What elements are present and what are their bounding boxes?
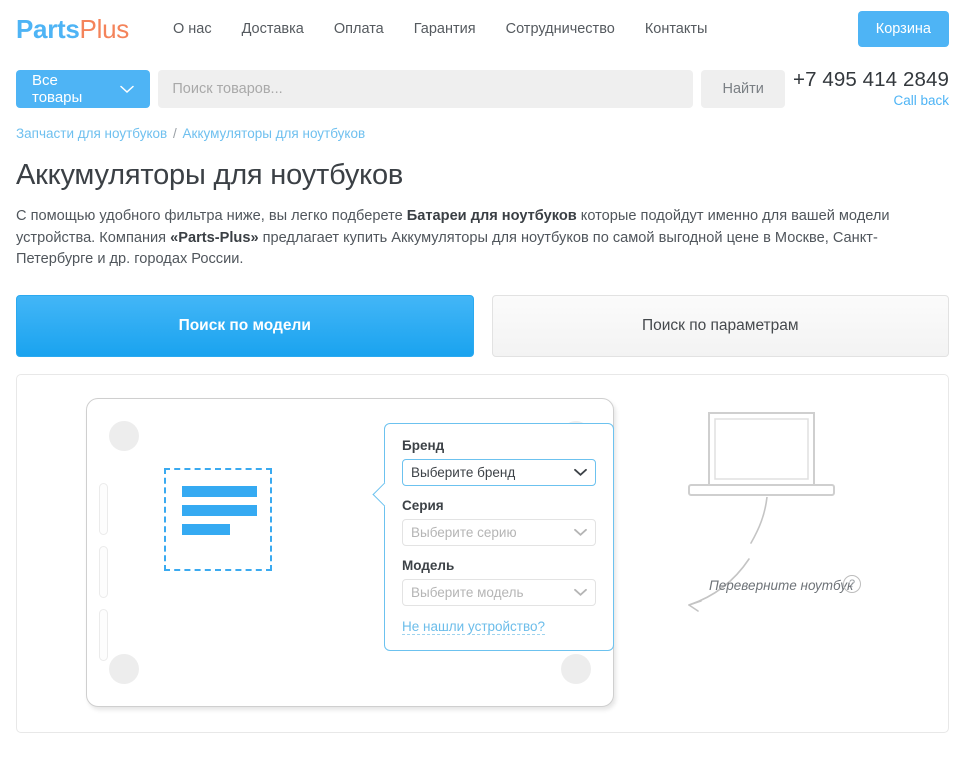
cart-button[interactable]: Корзина xyxy=(858,11,949,47)
sticker-line-3 xyxy=(182,524,230,535)
model-search-panel: Бренд Выберите бренд Серия Выберите сери… xyxy=(16,374,949,733)
nav-item-contacts[interactable]: Контакты xyxy=(645,21,708,37)
phone-number[interactable]: +7 495 414 2849 xyxy=(793,68,949,92)
model-select-value: Выберите модель xyxy=(411,585,523,600)
series-select-value: Выберите серию xyxy=(411,525,517,540)
vent-slot-icon-3 xyxy=(99,609,108,661)
series-field-label: Серия xyxy=(402,498,596,513)
chevron-down-icon xyxy=(574,585,587,600)
screw-icon-top-left xyxy=(109,421,139,451)
find-button[interactable]: Найти xyxy=(701,70,785,108)
intro-bold-batteries: Батареи для ноутбуков xyxy=(407,208,577,224)
brand-select-value: Выберите бренд xyxy=(411,465,515,480)
search-input[interactable] xyxy=(158,70,693,108)
series-select[interactable]: Выберите серию xyxy=(402,519,596,546)
brand-select[interactable]: Выберите бренд xyxy=(402,459,596,486)
nav-item-about[interactable]: О нас xyxy=(173,21,212,37)
screw-icon-bottom-left xyxy=(109,654,139,684)
model-field-label: Модель xyxy=(402,558,596,573)
site-header: PartsPlus О нас Доставка Оплата Гарантия… xyxy=(0,0,965,58)
tab-search-by-model[interactable]: Поиск по модели xyxy=(16,295,474,357)
help-question-icon[interactable]: ? xyxy=(843,575,861,593)
flip-laptop-illustration: Переверните ноутбук ? xyxy=(677,405,957,705)
sticker-line-1 xyxy=(182,486,257,497)
sticker-line-2 xyxy=(182,505,257,516)
chevron-down-icon xyxy=(120,85,134,94)
search-bar: Все товары Найти +7 495 414 2849 Call ba… xyxy=(0,58,965,120)
page-title: Аккумуляторы для ноутбуков xyxy=(16,159,949,192)
all-goods-dropdown-button[interactable]: Все товары xyxy=(16,70,150,108)
intro-segment-1: С помощью удобного фильтра ниже, вы легк… xyxy=(16,208,407,224)
logo-text-parts: Parts xyxy=(16,14,80,44)
chevron-down-icon xyxy=(574,465,587,480)
nav-item-warranty[interactable]: Гарантия xyxy=(414,21,476,37)
breadcrumb-separator: / xyxy=(173,126,177,141)
page-intro-text: С помощью удобного фильтра ниже, вы легк… xyxy=(16,206,914,271)
tab-search-by-params[interactable]: Поиск по параметрам xyxy=(492,295,950,357)
model-filter-card: Бренд Выберите бренд Серия Выберите сери… xyxy=(384,423,614,651)
search-mode-tabs: Поиск по модели Поиск по параметрам xyxy=(16,295,949,357)
vent-slot-icon-2 xyxy=(99,546,108,598)
logo-text-plus: Plus xyxy=(80,14,129,44)
main-navigation: О нас Доставка Оплата Гарантия Сотруднич… xyxy=(173,21,708,37)
breadcrumb-item-parts[interactable]: Запчасти для ноутбуков xyxy=(16,126,167,141)
nav-item-delivery[interactable]: Доставка xyxy=(242,21,304,37)
device-not-found-link[interactable]: Не нашли устройство? xyxy=(402,619,545,635)
laptop-underside-illustration: Бренд Выберите бренд Серия Выберите сери… xyxy=(86,398,614,707)
model-sticker-highlight xyxy=(164,468,272,571)
call-back-link[interactable]: Call back xyxy=(893,93,949,108)
breadcrumb-item-batteries[interactable]: Аккумуляторы для ноутбуков xyxy=(183,126,366,141)
nav-item-cooperation[interactable]: Сотрудничество xyxy=(506,21,615,37)
breadcrumb: Запчасти для ноутбуков / Аккумуляторы дл… xyxy=(0,120,965,141)
contact-block: +7 495 414 2849 Call back xyxy=(793,68,949,110)
flip-laptop-caption: Переверните ноутбук xyxy=(709,578,853,593)
screw-icon-bottom-right xyxy=(561,654,591,684)
all-goods-label: Все товары xyxy=(32,72,110,106)
vent-slot-icon-1 xyxy=(99,483,108,535)
nav-item-payment[interactable]: Оплата xyxy=(334,21,384,37)
chevron-down-icon xyxy=(574,525,587,540)
intro-bold-brand: «Parts-Plus» xyxy=(170,230,258,246)
site-logo[interactable]: PartsPlus xyxy=(16,14,129,45)
brand-field-label: Бренд xyxy=(402,438,596,453)
model-select[interactable]: Выберите модель xyxy=(402,579,596,606)
